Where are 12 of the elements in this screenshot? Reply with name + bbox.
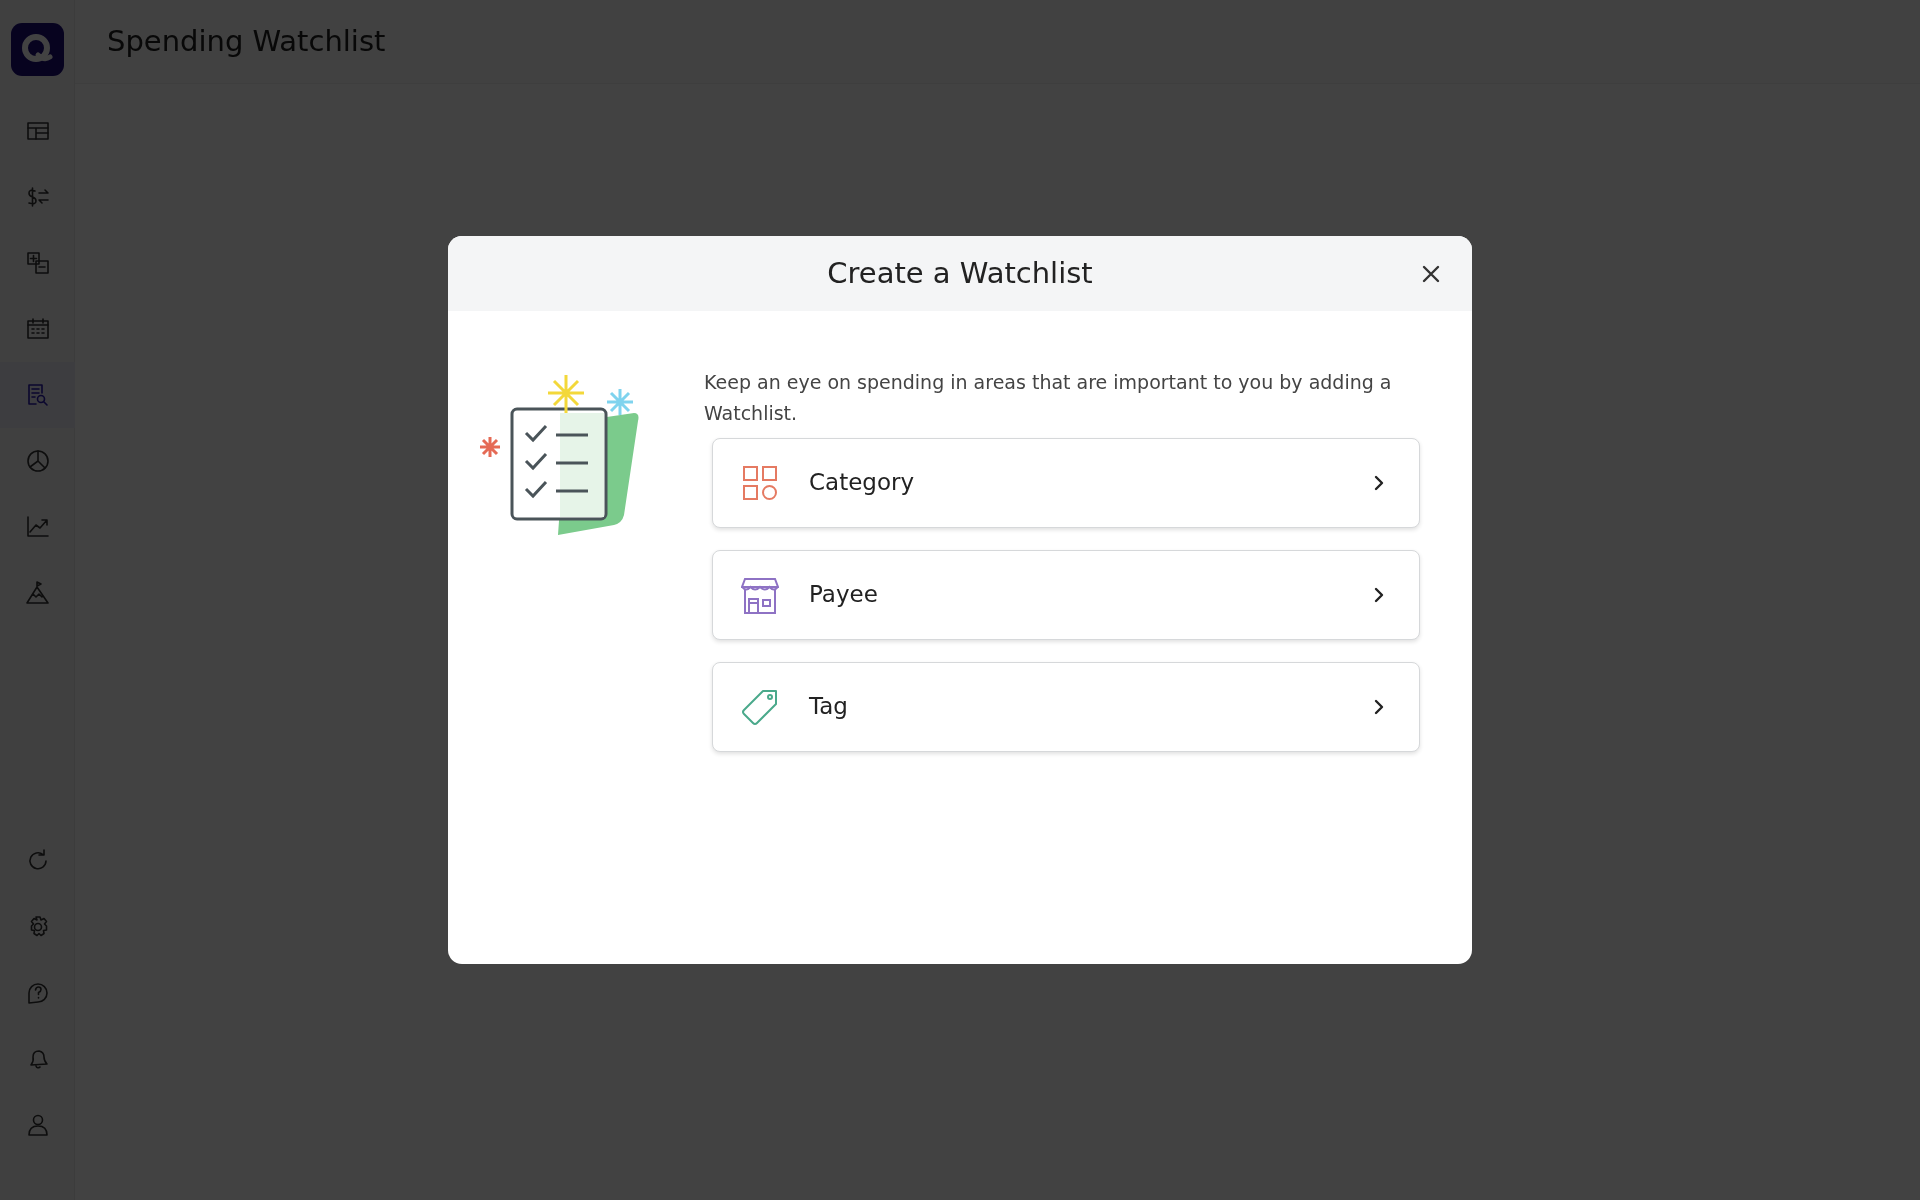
storefront-icon [741,575,779,614]
chevron-right-icon [1373,697,1385,716]
modal-title: Create a Watchlist [827,254,1093,292]
chevron-right-icon [1373,473,1385,492]
watchlist-type-option[interactable]: Category [712,437,1420,528]
watchlist-type-option[interactable]: Tag [712,661,1420,752]
chevron-right-icon [1373,585,1385,604]
shapes-icon [741,463,779,502]
description-text: Keep an eye on spending in areas that are important to you by adding a Watchlist. [704,370,1393,427]
page-title: Spending Watchlist [107,22,386,60]
watchlist-type-option[interactable]: Payee [712,549,1420,640]
tag-icon [741,687,779,726]
